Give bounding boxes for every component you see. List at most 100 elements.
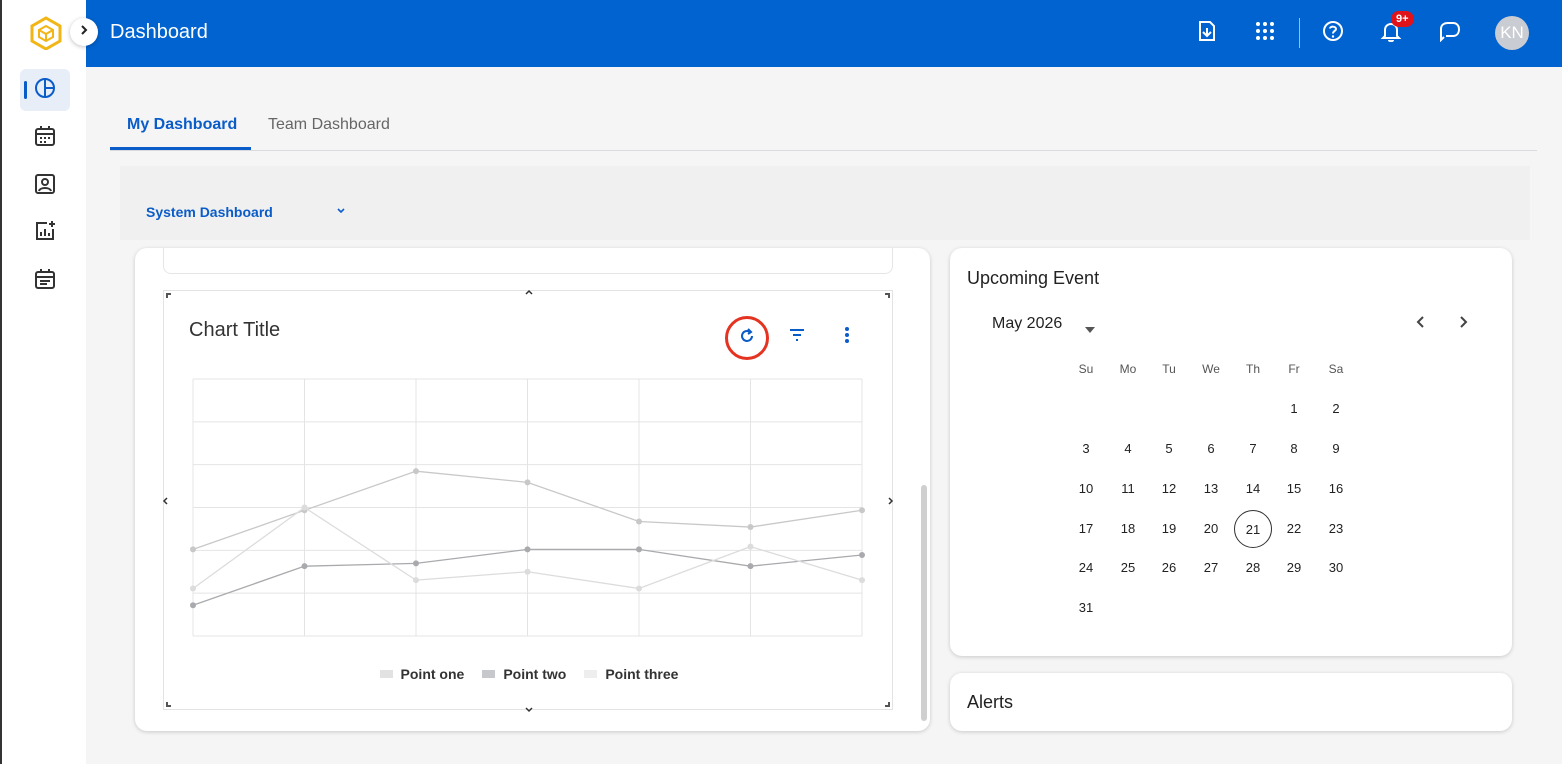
upcoming-event-card: Upcoming Event May 2026 Su Mo Tu We Th Fr Sa 1 2…: [950, 248, 1512, 656]
calendar-day-today[interactable]: 21: [1234, 510, 1272, 548]
dashboard-select[interactable]: System Dashboard: [146, 204, 273, 220]
data-point: [859, 507, 865, 514]
calendar-day[interactable]: 5: [1150, 430, 1188, 468]
calendar-day[interactable]: 13: [1192, 470, 1230, 508]
events-icon: [34, 268, 56, 295]
calendar-day[interactable]: 31: [1067, 589, 1105, 627]
notification-badge: 9+: [1391, 11, 1414, 27]
help-icon: [1322, 20, 1344, 47]
weekday-label: We: [1202, 362, 1220, 376]
calendar-day[interactable]: 18: [1109, 510, 1147, 548]
month-label[interactable]: May 2026: [992, 315, 1062, 333]
user-avatar[interactable]: KN: [1495, 16, 1529, 50]
chart-card: Chart Title Point one Point two Point th…: [135, 248, 930, 731]
apps-button[interactable]: [1252, 20, 1278, 46]
legend-swatch: [379, 670, 393, 678]
top-bar: Dashboard 9+ KN: [86, 0, 1562, 67]
calendar-day[interactable]: 24: [1067, 549, 1105, 587]
chevron-right-icon: [78, 23, 90, 41]
data-point: [524, 568, 531, 575]
data-point: [301, 504, 308, 511]
calendar-day[interactable]: 19: [1150, 510, 1188, 548]
data-point: [636, 585, 642, 592]
legend-label: Point two: [503, 666, 567, 682]
data-point: [636, 518, 642, 525]
expand-sidebar-button[interactable]: [70, 18, 98, 46]
sidebar-item-calendar[interactable]: [20, 117, 70, 159]
panel-scrollbar[interactable]: [921, 485, 927, 721]
apps-grid-icon: [1255, 21, 1275, 46]
data-point: [747, 543, 754, 550]
data-point: [524, 479, 531, 486]
caret-down-icon[interactable]: [1084, 321, 1096, 339]
previous-month-button[interactable]: [1411, 314, 1431, 334]
calendar-day[interactable]: 12: [1150, 470, 1188, 508]
active-tab-indicator: [110, 147, 251, 150]
tab-team-dashboard[interactable]: Team Dashboard: [268, 116, 390, 134]
next-month-button[interactable]: [1453, 314, 1473, 334]
chat-button[interactable]: [1437, 20, 1463, 46]
calendar-day[interactable]: 6: [1192, 430, 1230, 468]
weekday-label: Sa: [1328, 362, 1344, 376]
calendar-day[interactable]: 14: [1234, 470, 1272, 508]
legend-item-point-three[interactable]: Point three: [584, 666, 678, 682]
data-point: [301, 563, 308, 570]
calendar-day[interactable]: 15: [1275, 470, 1313, 508]
data-point: [190, 546, 196, 553]
sidebar-item-contacts[interactable]: [20, 165, 70, 207]
calendar-day[interactable]: 2: [1317, 390, 1355, 428]
tab-my-dashboard[interactable]: My Dashboard: [127, 116, 237, 134]
calendar-day[interactable]: 26: [1150, 549, 1188, 587]
data-point: [190, 602, 196, 609]
weekday-label: Tu: [1162, 362, 1176, 376]
chat-icon: [1438, 20, 1462, 47]
legend-swatch: [482, 670, 496, 678]
alerts-card: Alerts: [950, 673, 1512, 731]
data-point: [413, 560, 419, 567]
left-rail: [0, 0, 86, 764]
calendar-day[interactable]: 1: [1275, 390, 1313, 428]
calendar-day[interactable]: 7: [1234, 430, 1272, 468]
calendar-day[interactable]: 27: [1192, 549, 1230, 587]
data-point: [524, 546, 531, 553]
legend-item-point-one[interactable]: Point one: [379, 666, 465, 682]
calendar-day[interactable]: 30: [1317, 549, 1355, 587]
calendar-day[interactable]: 8: [1275, 430, 1313, 468]
calendar-day[interactable]: 20: [1192, 510, 1230, 548]
download-file-button[interactable]: [1194, 20, 1220, 46]
calendar-day[interactable]: 28: [1234, 549, 1272, 587]
line-chart: [190, 378, 865, 637]
dashboard-tabs: My Dashboard Team Dashboard: [110, 110, 1537, 151]
calendar-icon: [34, 125, 56, 152]
weekday-label: Fr: [1288, 362, 1300, 376]
sidebar-item-dashboard[interactable]: [20, 69, 70, 111]
data-point: [636, 546, 642, 553]
calendar-day[interactable]: 29: [1275, 549, 1313, 587]
chart-legend: Point one Point two Point three: [164, 666, 894, 682]
header-divider: [1299, 18, 1300, 48]
calendar-day[interactable]: 22: [1275, 510, 1313, 548]
calendar-day[interactable]: 11: [1109, 470, 1147, 508]
chevron-right-icon: [1458, 315, 1468, 334]
legend-item-point-two[interactable]: Point two: [482, 666, 566, 682]
legend-swatch: [584, 670, 598, 678]
sidebar-item-events[interactable]: [20, 260, 70, 302]
chevron-down-icon[interactable]: [335, 204, 347, 222]
page-title: Dashboard: [110, 21, 208, 43]
chevron-left-icon: [1416, 315, 1426, 334]
calendar-day[interactable]: 16: [1317, 470, 1355, 508]
calendar-day[interactable]: 23: [1317, 510, 1355, 548]
legend-label: Point three: [605, 666, 679, 682]
calendar-day[interactable]: 4: [1109, 430, 1147, 468]
legend-label: Point one: [400, 666, 465, 682]
calendar-day[interactable]: 25: [1109, 549, 1147, 587]
data-point: [747, 524, 754, 531]
sidebar-item-reports[interactable]: [20, 212, 70, 254]
help-button[interactable]: [1320, 20, 1346, 46]
calendar-day[interactable]: 3: [1067, 430, 1105, 468]
calendar-day[interactable]: 17: [1067, 510, 1105, 548]
add-report-icon: [34, 220, 56, 247]
calendar-day[interactable]: 9: [1317, 430, 1355, 468]
weekday-label: Th: [1245, 362, 1260, 376]
calendar-day[interactable]: 10: [1067, 470, 1105, 508]
